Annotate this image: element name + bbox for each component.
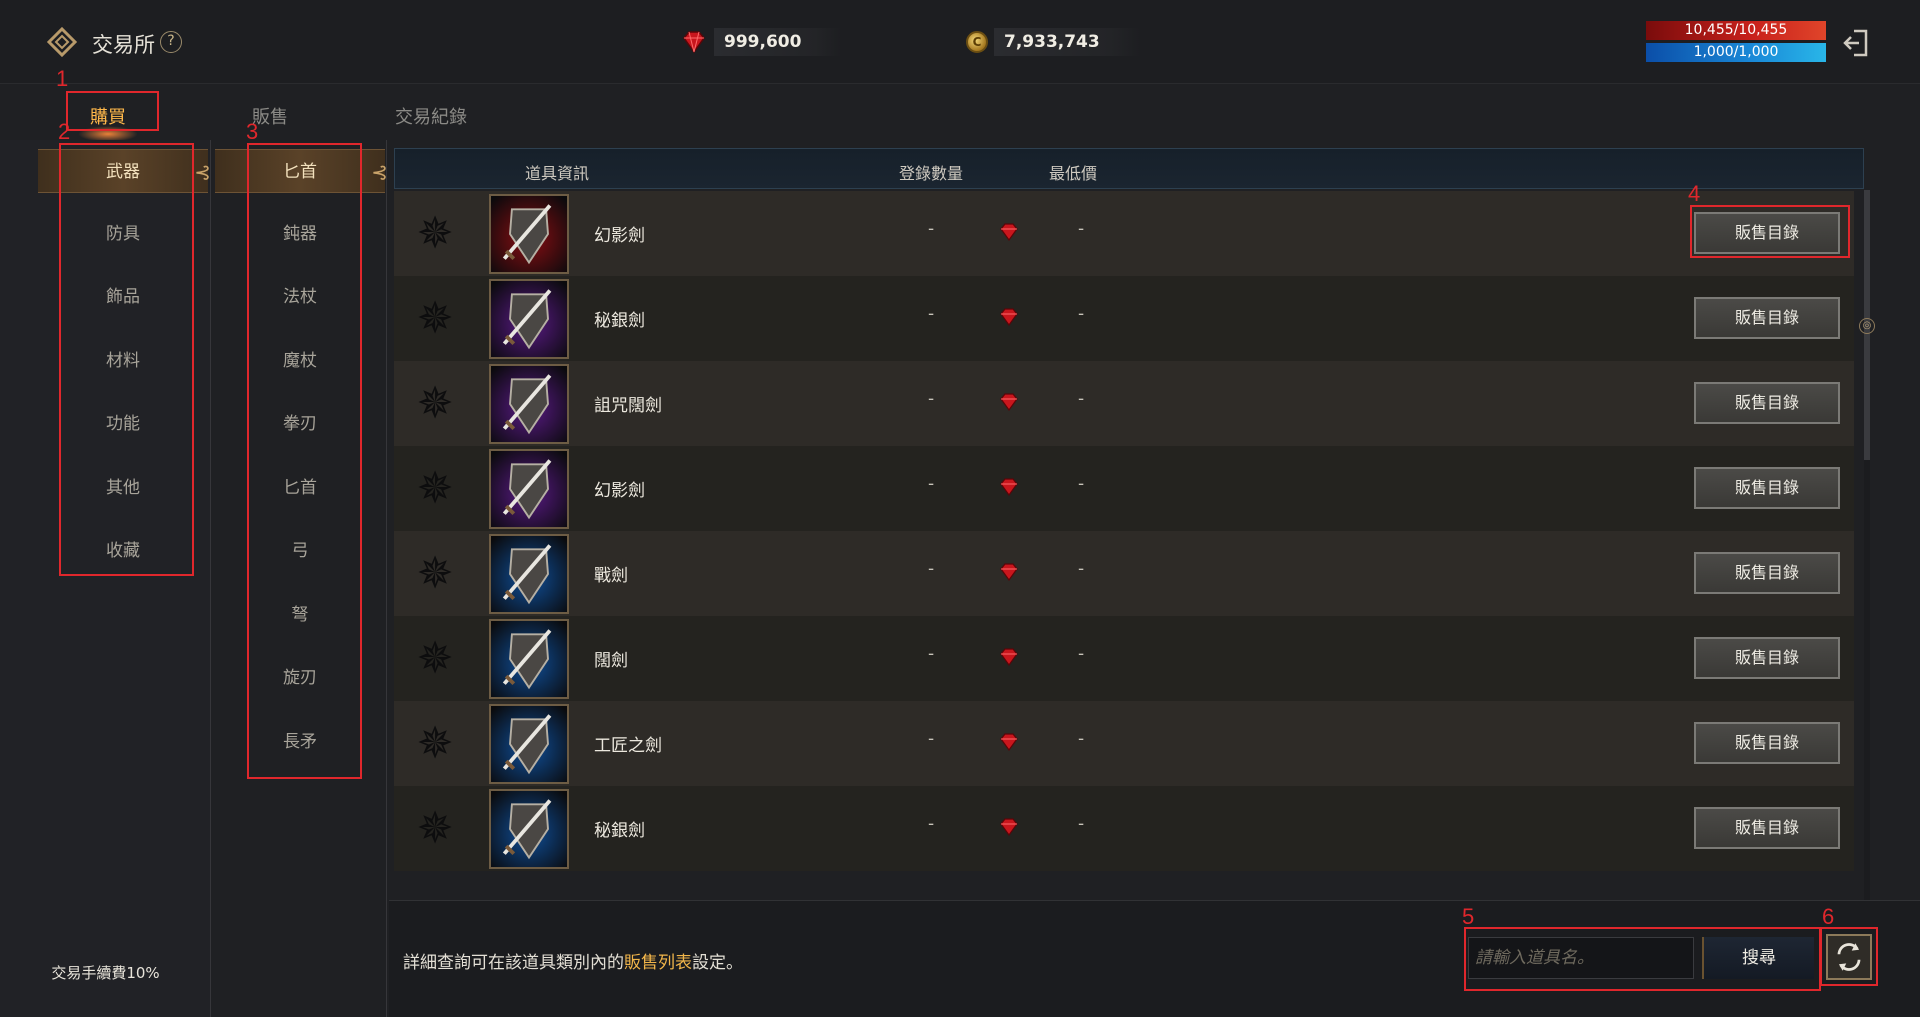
diamond-amount: 999,600 (714, 28, 842, 56)
red-diamond-icon (1000, 563, 1018, 582)
item-name: 幻影劍 (594, 226, 645, 246)
sword-shield-icon (489, 704, 569, 784)
red-diamond-icon (683, 31, 705, 54)
red-diamond-icon (1000, 308, 1018, 327)
sword-shield-icon (489, 449, 569, 529)
page-title: 交易所 (92, 33, 155, 57)
sword-shield-icon (489, 534, 569, 614)
sword-shield-icon (489, 789, 569, 869)
sword-shield-icon (489, 619, 569, 699)
item-name: 秘銀劍 (594, 311, 645, 331)
annotation-number: 5 (1462, 904, 1475, 929)
sell-list-button[interactable]: 販售目錄 (1694, 722, 1840, 764)
transaction-fee-label: 交易手續費10% (51, 964, 160, 982)
emblem-icon: ✵ (416, 633, 454, 684)
table-row[interactable]: ✵ 幻影劍 - - 販售目錄 (394, 191, 1854, 276)
coin-amount: 7,933,743 (994, 28, 1140, 56)
item-min-price: - (1078, 729, 1085, 749)
emblem-icon: ✵ (416, 718, 454, 769)
search-hint: 詳細查詢可在該道具類別內的販售列表設定。 (403, 953, 743, 973)
sword-shield-icon (489, 279, 569, 359)
table-row[interactable]: ✵ 幻影劍 - - 販售目錄 (394, 446, 1854, 531)
table-row[interactable]: ✵ 秘銀劍 - - 販售目錄 (394, 786, 1854, 871)
annotation-box-6 (1820, 927, 1878, 986)
emblem-icon: ✵ (416, 463, 454, 514)
red-diamond-icon (1000, 393, 1018, 412)
coin-currency: C 7,933,743 (966, 27, 1140, 57)
item-count: - (928, 559, 935, 579)
header-item-info: 道具資訊 (525, 164, 590, 183)
sword-shield-icon (489, 194, 569, 274)
annotation-number: 4 (1688, 181, 1701, 206)
item-name: 工匠之劍 (594, 736, 662, 756)
annotation-box-1 (66, 91, 159, 131)
item-count: - (928, 389, 935, 409)
emblem-icon: ✵ (416, 378, 454, 429)
sell-list-button[interactable]: 販售目錄 (1694, 467, 1840, 509)
sell-list-button[interactable]: 販售目錄 (1694, 807, 1840, 849)
red-diamond-icon (1000, 733, 1018, 752)
annotation-number: 1 (56, 66, 69, 91)
exit-icon[interactable] (1842, 28, 1870, 58)
item-count: - (928, 474, 935, 494)
item-min-price: - (1078, 304, 1085, 324)
item-min-price: - (1078, 814, 1085, 834)
diamond-currency: 999,600 (680, 27, 842, 57)
item-min-price: - (1078, 389, 1085, 409)
table-row[interactable]: ✵ 詛咒闊劍 - - 販售目錄 (394, 361, 1854, 446)
item-name: 詛咒闊劍 (594, 396, 662, 416)
item-count: - (928, 219, 935, 239)
exchange-logo-icon (46, 26, 78, 58)
table-row[interactable]: ✵ 闊劍 - - 販售目錄 (394, 616, 1854, 701)
item-count: - (928, 729, 935, 749)
header-min-price: 最低價 (1049, 164, 1098, 183)
emblem-icon: ✵ (416, 293, 454, 344)
table-header: 道具資訊 登錄數量 最低價 (394, 148, 1864, 189)
item-name: 闊劍 (594, 651, 628, 671)
item-table: 道具資訊 登錄數量 最低價 ✵ 幻影劍 - - 販售目錄 ✵ 秘銀劍 - - 販售目錄 ✵ 詛咒闊劍 -… (394, 148, 1864, 900)
table-row[interactable]: ✵ 工匠之劍 - - 販售目錄 (394, 701, 1854, 786)
annotation-box-5 (1464, 927, 1821, 991)
table-row[interactable]: ✵ 戰劍 - - 販售目錄 (394, 531, 1854, 616)
red-diamond-icon (1000, 648, 1018, 667)
sell-list-link[interactable]: 販售列表 (624, 953, 692, 973)
item-count: - (928, 814, 935, 834)
help-icon[interactable]: ? (160, 31, 182, 53)
sell-list-button[interactable]: 販售目錄 (1694, 637, 1840, 679)
red-diamond-icon (1000, 223, 1018, 242)
item-count: - (928, 644, 935, 664)
sword-shield-icon (489, 364, 569, 444)
scroll-handle-icon[interactable]: ◎ (1859, 318, 1875, 334)
header-count: 登錄數量 (899, 164, 964, 183)
sell-list-button[interactable]: 販售目錄 (1694, 297, 1840, 339)
item-name: 戰劍 (594, 566, 628, 586)
annotation-box-2 (59, 143, 194, 576)
item-name: 秘銀劍 (594, 821, 645, 841)
emblem-icon: ✵ (416, 803, 454, 854)
table-row[interactable]: ✵ 秘銀劍 - - 販售目錄 (394, 276, 1854, 361)
red-diamond-icon (1000, 478, 1018, 497)
hp-bar: 10,455/10,455 (1646, 21, 1826, 40)
item-min-price: - (1078, 559, 1085, 579)
sell-list-button[interactable]: 販售目錄 (1694, 382, 1840, 424)
sell-list-button[interactable]: 販售目錄 (1694, 552, 1840, 594)
annotation-box-4 (1690, 205, 1850, 258)
top-bar (0, 0, 1920, 84)
mp-bar: 1,000/1,000 (1646, 43, 1826, 62)
emblem-icon: ✵ (416, 548, 454, 599)
item-name: 幻影劍 (594, 481, 645, 501)
item-min-price: - (1078, 644, 1085, 664)
gold-coin-icon: C (966, 31, 988, 53)
annotation-number: 3 (246, 119, 259, 144)
emblem-icon: ✵ (416, 208, 454, 259)
tab-history[interactable]: 交易紀錄 (395, 103, 467, 129)
item-min-price: - (1078, 474, 1085, 494)
annotation-number: 6 (1822, 904, 1835, 929)
red-diamond-icon (1000, 818, 1018, 837)
item-count: - (928, 304, 935, 324)
annotation-number: 2 (58, 119, 71, 144)
item-min-price: - (1078, 219, 1085, 239)
annotation-box-3 (247, 143, 362, 779)
